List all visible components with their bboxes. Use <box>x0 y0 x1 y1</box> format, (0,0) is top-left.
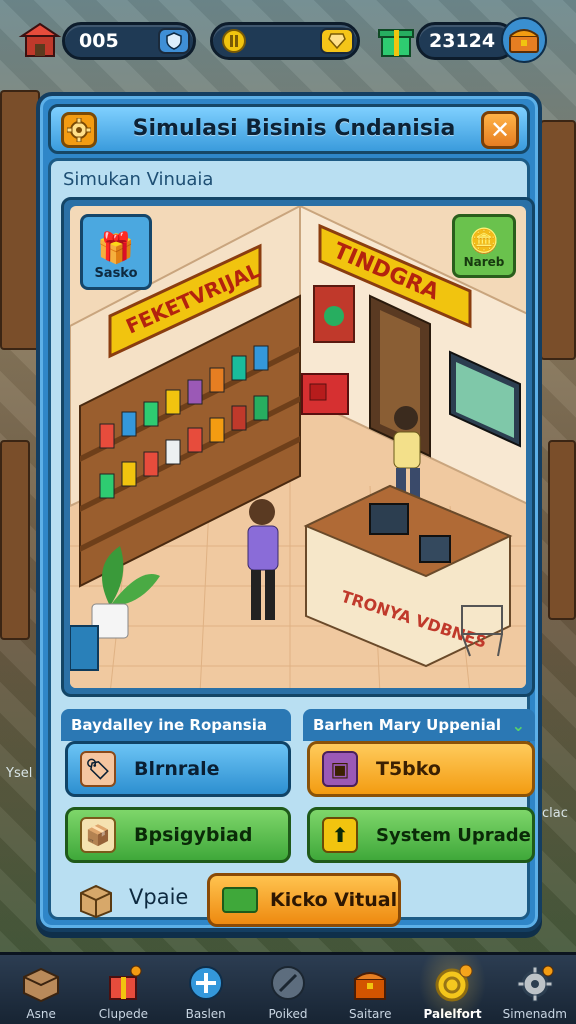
nav-label: Asne <box>26 1007 56 1021</box>
coin-stack-icon: 🪙 <box>469 227 499 255</box>
nav-item-baslen[interactable]: Baslen <box>165 955 247 1024</box>
nav-item-palelfort[interactable]: Palelfort <box>411 955 493 1024</box>
t5bko-label: T5bko <box>376 758 441 780</box>
right-counter-value: 23124 <box>429 30 496 52</box>
blrnrale-label: Blrnrale <box>134 758 220 780</box>
coin-icon <box>435 964 473 1002</box>
nareb-label: Nareb <box>463 255 505 269</box>
store-scene[interactable]: FEKETVRIJAL TINDGRA TRONYA VDBNES 🎁 Sask… <box>70 206 526 688</box>
blrnrale-button[interactable]: 🏷 Blrnrale <box>65 741 291 797</box>
business-sim-dialog: Simulasi Bisinis Cndanisia ✕ Simukan Vin… <box>36 92 542 932</box>
gem-button[interactable] <box>320 28 354 54</box>
shield-icon <box>166 32 182 50</box>
gift-icon <box>109 965 142 1000</box>
nav-label: Palelfort <box>423 1007 482 1021</box>
counter-pill-left: 005 <box>62 22 196 60</box>
system-upgrade-label: System Uprade <box>376 824 531 846</box>
cash-icon <box>222 887 258 913</box>
shield-button[interactable] <box>158 28 190 54</box>
gift-box-icon: 🎁 <box>97 231 135 266</box>
nav-label: Baslen <box>185 1007 226 1021</box>
background-left-sign: Ysel <box>6 766 33 781</box>
sasko-gift-button[interactable]: 🎁 Sasko <box>80 214 152 290</box>
bpsigybiad-label: Bpsigybiad <box>134 824 253 846</box>
nav-item-saitare[interactable]: Saitare <box>329 955 411 1024</box>
system-upgrade-button[interactable]: ⬆ System Uprade <box>307 807 535 863</box>
tag-icon: 🏷 <box>80 751 116 787</box>
chest-icon <box>354 972 387 1000</box>
treasure-chest-icon[interactable] <box>500 16 548 64</box>
nav-label: Saitare <box>349 1007 392 1021</box>
currency-pill-middle <box>210 22 360 60</box>
gear-icon <box>517 965 554 1002</box>
gem-icon <box>328 33 346 49</box>
nav-label: Clupede <box>98 1007 149 1021</box>
dialog-body: Simukan Vinuaia FEKETVRIJAL TINDGRA TRON… <box>48 158 535 927</box>
background-shelf-left <box>0 90 40 350</box>
nareb-button[interactable]: 🪙 Nareb <box>452 214 516 278</box>
store-scene-frame: FEKETVRIJAL TINDGRA TRONYA VDBNES 🎁 Sask… <box>61 197 535 697</box>
clock-icon <box>270 966 305 1000</box>
gold-coin-icon <box>222 29 246 53</box>
close-icon: ✕ <box>489 116 511 144</box>
section-header-left: Baydalley ine Ropansia <box>61 709 291 741</box>
box-icon <box>23 967 60 1003</box>
sasko-label: Sasko <box>94 266 138 281</box>
background-right-sign: clac <box>542 806 568 821</box>
dialog-subtitle: Simukan Vinuaia <box>63 169 214 190</box>
upgrade-icon: ⬆ <box>322 817 358 853</box>
package-icon <box>80 884 112 919</box>
nav-item-clupede[interactable]: Clupede <box>82 955 164 1024</box>
dialog-title: Simulasi Bisinis Cndanisia <box>132 116 456 141</box>
cube-icon: ▣ <box>322 751 358 787</box>
plus-icon <box>188 966 223 1000</box>
section-header-right: Barhen Mary Uppenial ⌄ <box>303 709 535 741</box>
settings-button[interactable] <box>61 112 97 148</box>
nav-item-asne[interactable]: Asne <box>0 955 82 1024</box>
close-button[interactable]: ✕ <box>481 111 519 149</box>
kicko-virtual-label: Kicko Vitual <box>270 889 398 911</box>
chevron-down-icon[interactable]: ⌄ <box>512 716 525 735</box>
bottom-nav: Asne Clupede Baslen Poiked Saitare Palel… <box>0 952 576 1024</box>
kicko-virtual-button[interactable]: Kicko Vitual <box>207 873 401 927</box>
vpaie-label: Vpaie <box>129 885 189 909</box>
background-shelf-right <box>540 120 576 360</box>
nav-item-poiked[interactable]: Poiked <box>247 955 329 1024</box>
dialog-title-bar: Simulasi Bisinis Cndanisia ✕ <box>48 104 530 154</box>
green-gift-icon[interactable] <box>374 18 418 62</box>
shop-building-icon[interactable] <box>18 18 62 62</box>
background-shelf-left-lower <box>0 440 30 640</box>
gear-icon <box>67 118 91 142</box>
nav-label: Simenadm <box>502 1007 567 1021</box>
top-hud: 005 23124 <box>0 14 576 70</box>
background-shelf-right-lower <box>548 440 576 620</box>
nav-label: Poiked <box>268 1007 308 1021</box>
section-header-right-text: Barhen Mary Uppenial <box>313 716 502 734</box>
box-icon: 📦 <box>80 817 116 853</box>
left-counter-value: 005 <box>79 30 119 52</box>
nav-item-simenadm[interactable]: Simenadm <box>494 955 576 1024</box>
t5bko-button[interactable]: ▣ T5bko <box>307 741 535 797</box>
bpsigybiad-button[interactable]: 📦 Bpsigybiad <box>65 807 291 863</box>
bottom-action-row: Vpaie Kicko Vitual <box>61 873 535 929</box>
